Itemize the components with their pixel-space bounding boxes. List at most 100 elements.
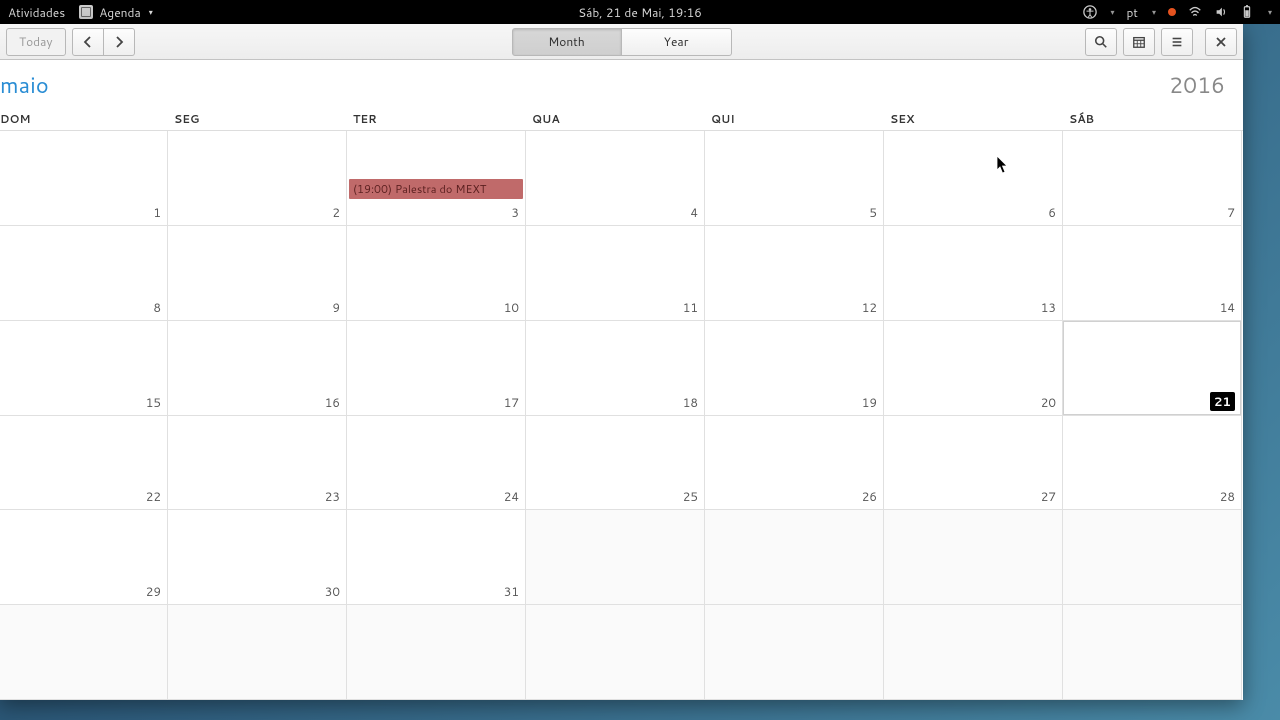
day-number: 3 [511, 204, 519, 221]
day-cell[interactable]: 25 [526, 416, 705, 511]
today-button[interactable]: Today [6, 28, 66, 56]
day-cell[interactable] [1063, 510, 1242, 605]
prev-button[interactable] [72, 28, 104, 56]
calendar-app-icon [79, 5, 93, 19]
day-cell[interactable]: 13 [884, 226, 1063, 321]
wifi-icon[interactable] [1188, 5, 1202, 19]
day-number: 20 [1041, 394, 1056, 411]
day-cell[interactable]: 8 [0, 226, 168, 321]
day-cell[interactable]: 9 [168, 226, 347, 321]
day-number: 21 [1210, 392, 1235, 411]
day-number: 16 [325, 394, 340, 411]
day-cell[interactable]: 24 [347, 416, 526, 511]
chevron-left-icon [83, 36, 93, 48]
month-view-button[interactable]: Month [512, 28, 622, 56]
day-number: 17 [504, 394, 519, 411]
day-cell[interactable] [526, 605, 705, 700]
accessibility-icon[interactable] [1083, 5, 1097, 19]
search-button[interactable] [1085, 28, 1117, 56]
next-button[interactable] [104, 28, 135, 56]
dow-cell: SEX [884, 107, 1063, 130]
day-number: 11 [683, 299, 698, 316]
app-menu[interactable]: Agenda ▾ [79, 4, 153, 21]
day-number: 18 [683, 394, 698, 411]
day-cell[interactable]: 10 [347, 226, 526, 321]
day-cell[interactable]: 2 [168, 131, 347, 226]
day-cell[interactable] [705, 605, 884, 700]
day-number: 14 [1220, 299, 1235, 316]
month-grid: 123(19:00) Palestra do MEXT4567891011121… [0, 131, 1243, 700]
event-chip[interactable]: (19:00) Palestra do MEXT [349, 179, 523, 199]
day-number: 30 [325, 583, 340, 600]
day-cell[interactable] [884, 510, 1063, 605]
day-cell[interactable]: 17 [347, 321, 526, 416]
day-cell[interactable]: 23 [168, 416, 347, 511]
day-cell[interactable] [705, 510, 884, 605]
day-number: 2 [332, 204, 340, 221]
day-number: 27 [1041, 488, 1056, 505]
keyboard-layout-indicator[interactable]: pt [1127, 4, 1138, 21]
day-cell[interactable] [168, 605, 347, 700]
day-cell[interactable]: 6 [884, 131, 1063, 226]
panel-clock[interactable]: Sáb, 21 de Mai, 19:16 [578, 4, 702, 21]
day-cell[interactable]: 20 [884, 321, 1063, 416]
status-dot-icon[interactable] [1168, 8, 1176, 16]
day-cell[interactable]: 19 [705, 321, 884, 416]
day-number: 29 [146, 583, 161, 600]
chevron-down-icon: ▾ [1268, 6, 1272, 18]
day-cell[interactable] [347, 605, 526, 700]
day-cell[interactable]: 22 [0, 416, 168, 511]
month-header: maio 2016 [0, 60, 1243, 107]
calendar-window: Today Month Year [0, 24, 1243, 700]
dow-cell: QUI [705, 107, 884, 130]
day-number: 6 [1048, 204, 1056, 221]
day-cell[interactable]: 18 [526, 321, 705, 416]
day-cell[interactable]: 7 [1063, 131, 1242, 226]
year-view-button[interactable]: Year [622, 28, 732, 56]
day-cell[interactable]: 16 [168, 321, 347, 416]
day-cell[interactable] [0, 605, 168, 700]
close-button[interactable] [1205, 28, 1237, 56]
day-cell[interactable]: 30 [168, 510, 347, 605]
day-cell[interactable]: 3 (19:00) Palestra do MEXT [347, 131, 526, 226]
day-cell[interactable]: 4 [526, 131, 705, 226]
gnome-top-panel: Atividades Agenda ▾ Sáb, 21 de Mai, 19:1… [0, 0, 1280, 24]
headerbar: Today Month Year [0, 24, 1243, 60]
day-cell[interactable]: 11 [526, 226, 705, 321]
battery-icon[interactable] [1240, 5, 1254, 19]
day-number: 4 [690, 204, 698, 221]
day-number: 1 [153, 204, 161, 221]
volume-icon[interactable] [1214, 5, 1228, 19]
day-cell[interactable]: 15 [0, 321, 168, 416]
chevron-down-icon: ▾ [1152, 6, 1156, 18]
day-cell[interactable] [526, 510, 705, 605]
day-number: 13 [1041, 299, 1056, 316]
day-cell[interactable]: 21 [1063, 321, 1242, 416]
day-cell[interactable]: 31 [347, 510, 526, 605]
day-number: 31 [504, 583, 519, 600]
activities-button[interactable]: Atividades [8, 4, 65, 21]
menu-button[interactable] [1161, 28, 1193, 56]
chevron-right-icon [114, 36, 124, 48]
day-cell[interactable]: 26 [705, 416, 884, 511]
year-label: 2016 [1169, 70, 1231, 101]
close-icon [1215, 36, 1227, 48]
day-number: 23 [325, 488, 340, 505]
dow-cell: QUA [526, 107, 705, 130]
day-number: 8 [153, 299, 161, 316]
day-cell[interactable]: 28 [1063, 416, 1242, 511]
day-cell[interactable]: 14 [1063, 226, 1242, 321]
day-cell[interactable]: 29 [0, 510, 168, 605]
day-cell[interactable]: 27 [884, 416, 1063, 511]
day-number: 26 [862, 488, 877, 505]
day-number: 5 [869, 204, 877, 221]
calendar-manage-button[interactable] [1123, 28, 1155, 56]
day-cell[interactable]: 1 [0, 131, 168, 226]
day-cell[interactable]: 12 [705, 226, 884, 321]
day-cell[interactable] [1063, 605, 1242, 700]
day-cell[interactable]: 5 [705, 131, 884, 226]
hamburger-icon [1170, 35, 1184, 49]
day-number: 22 [146, 488, 161, 505]
calendar-grid-icon [1132, 35, 1146, 49]
day-cell[interactable] [884, 605, 1063, 700]
